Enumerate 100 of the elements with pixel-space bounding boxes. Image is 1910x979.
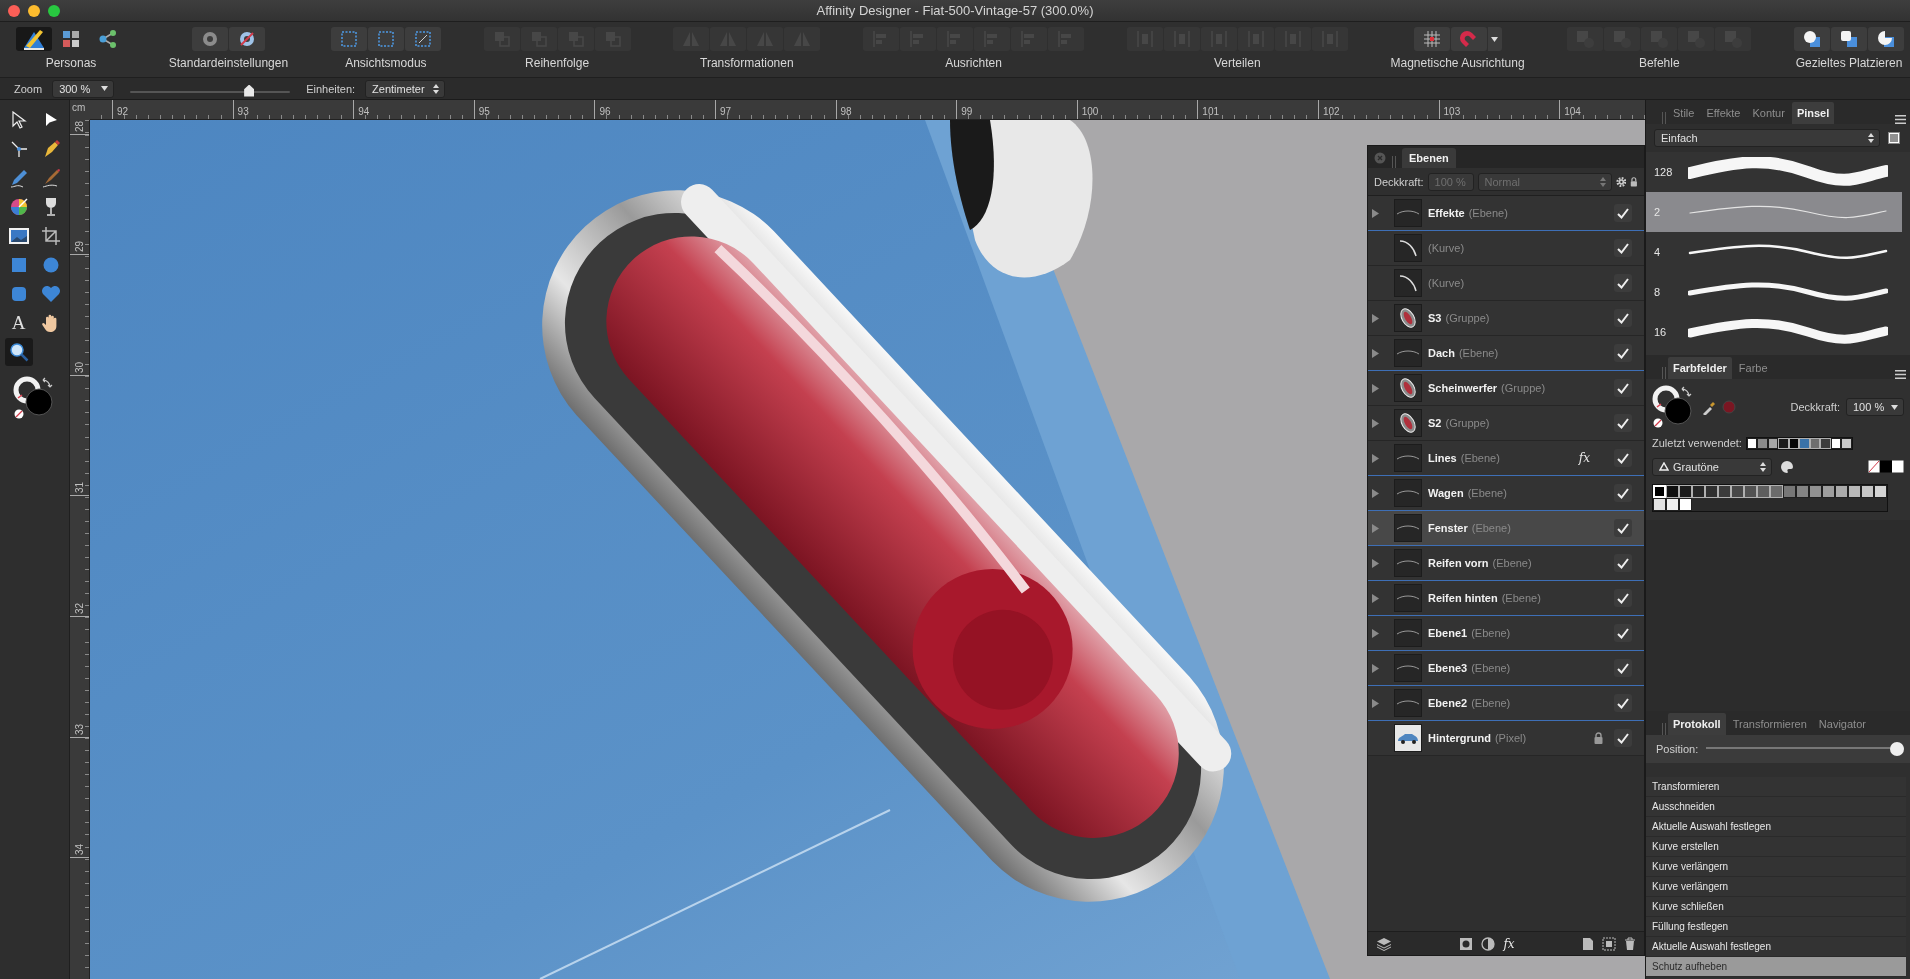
close-window-button[interactable] [8, 4, 20, 17]
color-swatch[interactable] [1830, 438, 1842, 449]
color-swatch[interactable] [1809, 484, 1822, 498]
layer-row[interactable]: Lines (Ebene) fx [1368, 441, 1644, 476]
visibility-checkbox[interactable] [1614, 694, 1632, 712]
palette-dropdown[interactable]: Grautöne [1652, 457, 1772, 476]
slider-thumb[interactable] [1890, 742, 1904, 756]
history-item[interactable]: Ausschneiden [1646, 797, 1906, 817]
color-swatch[interactable] [1822, 484, 1835, 498]
panel-tab[interactable]: Navigator [1813, 713, 1871, 735]
fill-presets-icon[interactable] [1868, 460, 1904, 473]
history-item[interactable]: Aktuelle Auswahl festlegen [1646, 937, 1906, 957]
color-swatch[interactable] [1767, 438, 1779, 449]
expand-arrow-icon[interactable] [1372, 663, 1379, 673]
color-swatch[interactable] [1718, 484, 1731, 498]
color-swatch[interactable] [1820, 438, 1831, 449]
expand-arrow-icon[interactable] [1372, 313, 1379, 323]
color-swatch[interactable] [1746, 438, 1758, 449]
panel-tab[interactable]: Kontur [1747, 102, 1790, 124]
layer-row[interactable]: (Kurve) [1368, 266, 1644, 301]
color-swatch[interactable] [1778, 438, 1789, 449]
history-item[interactable]: Schutz aufheben [1646, 957, 1906, 977]
color-swatch[interactable] [1757, 438, 1768, 449]
layer-row[interactable]: Hintergrund (Pixel) [1368, 721, 1644, 756]
color-swatch[interactable] [1841, 438, 1852, 449]
color-swatch[interactable] [1731, 484, 1744, 498]
expand-arrow-icon[interactable] [1372, 593, 1379, 603]
toolbar-button[interactable] [1831, 27, 1867, 51]
layer-row[interactable]: S2 (Gruppe) [1368, 406, 1644, 441]
brush-preset[interactable]: 8 [1646, 272, 1902, 312]
visibility-checkbox[interactable] [1614, 414, 1632, 432]
visibility-checkbox[interactable] [1614, 379, 1632, 397]
color-swatch[interactable] [1653, 484, 1666, 498]
visibility-checkbox[interactable] [1614, 344, 1632, 362]
layer-row[interactable]: S3 (Gruppe) [1368, 301, 1644, 336]
dropdown-button[interactable] [1487, 27, 1502, 51]
panel-tab[interactable]: Transformieren [1727, 713, 1812, 735]
layer-row[interactable]: Dach (Ebene) [1368, 336, 1644, 371]
color-swatch[interactable] [1692, 484, 1705, 498]
expand-arrow-icon[interactable] [1372, 208, 1379, 218]
color-swatch[interactable] [1796, 484, 1809, 498]
brush-preset[interactable]: 16 [1646, 312, 1902, 352]
eyedropper-icon[interactable] [1702, 399, 1716, 415]
visibility-checkbox[interactable] [1614, 309, 1632, 327]
history-item[interactable]: Kurve erstellen [1646, 837, 1906, 857]
visibility-checkbox[interactable] [1614, 484, 1632, 502]
minimize-window-button[interactable] [28, 4, 40, 17]
color-swatch[interactable] [1861, 484, 1874, 498]
visibility-checkbox[interactable] [1614, 204, 1632, 222]
layer-row[interactable]: Ebene3 (Ebene) [1368, 651, 1644, 686]
history-item[interactable]: Kurve schließen [1646, 897, 1906, 917]
layer-row[interactable]: Scheinwerfer (Gruppe) [1368, 371, 1644, 406]
expand-arrow-icon[interactable] [1372, 418, 1379, 428]
visibility-checkbox[interactable] [1614, 624, 1632, 642]
color-swatch[interactable] [1788, 438, 1800, 449]
layer-row[interactable]: Effekte (Ebene) [1368, 196, 1644, 231]
color-swatch[interactable] [1835, 484, 1848, 498]
page-icon[interactable] [1582, 936, 1594, 951]
expand-arrow-icon[interactable] [1372, 698, 1379, 708]
color-swatch[interactable] [1744, 484, 1757, 498]
color-swatch[interactable] [1874, 484, 1887, 498]
visibility-checkbox[interactable] [1614, 589, 1632, 607]
brush-category-dropdown[interactable]: Einfach [1654, 129, 1880, 147]
history-item[interactable]: Aktuelle Auswahl festlegen [1646, 817, 1906, 837]
history-item[interactable]: Transformieren [1646, 777, 1906, 797]
opacity-dropdown[interactable]: 100 % [1846, 398, 1904, 416]
expand-arrow-icon[interactable] [1372, 348, 1379, 358]
panel-tab[interactable]: Effekte [1701, 102, 1746, 124]
expand-arrow-icon[interactable] [1372, 383, 1379, 393]
layer-row[interactable]: Ebene1 (Ebene) [1368, 616, 1644, 651]
visibility-checkbox[interactable] [1614, 274, 1632, 292]
toolbar-button[interactable] [16, 27, 52, 51]
zoom-dropdown[interactable]: 300 % [52, 79, 115, 98]
layers-tab[interactable]: Ebenen [1402, 148, 1456, 168]
expand-arrow-icon[interactable] [1372, 453, 1379, 463]
brush-preset[interactable]: 128 [1646, 152, 1902, 192]
palette-icon[interactable] [1780, 459, 1794, 474]
mask-icon[interactable] [1459, 936, 1474, 951]
color-swatch[interactable] [1783, 484, 1796, 498]
expand-arrow-icon[interactable] [1372, 488, 1379, 498]
visibility-checkbox[interactable] [1614, 449, 1632, 467]
panel-tab[interactable]: Stile [1668, 102, 1700, 124]
color-swatch[interactable] [1809, 438, 1821, 449]
toolbar-button[interactable] [1868, 27, 1904, 51]
visibility-checkbox[interactable] [1614, 519, 1632, 537]
expand-arrow-icon[interactable] [1372, 558, 1379, 568]
visibility-checkbox[interactable] [1614, 729, 1632, 747]
toolbar-button[interactable] [1794, 27, 1830, 51]
tool-button[interactable] [4, 338, 33, 366]
tool-button[interactable]: A [4, 309, 33, 337]
panel-tab[interactable]: Protokoll [1668, 713, 1726, 735]
toolbar-button[interactable] [228, 27, 265, 51]
layer-row[interactable]: (Kurve) [1368, 231, 1644, 266]
color-swatch[interactable] [1705, 484, 1718, 498]
effects-icon[interactable]: fx [1503, 936, 1515, 951]
panel-tab[interactable]: Pinsel [1791, 102, 1835, 124]
expand-arrow-icon[interactable] [1372, 628, 1379, 638]
trash-icon[interactable] [1624, 936, 1636, 951]
group-icon[interactable] [1602, 936, 1616, 951]
history-item[interactable]: Kurve verlängern [1646, 877, 1906, 897]
